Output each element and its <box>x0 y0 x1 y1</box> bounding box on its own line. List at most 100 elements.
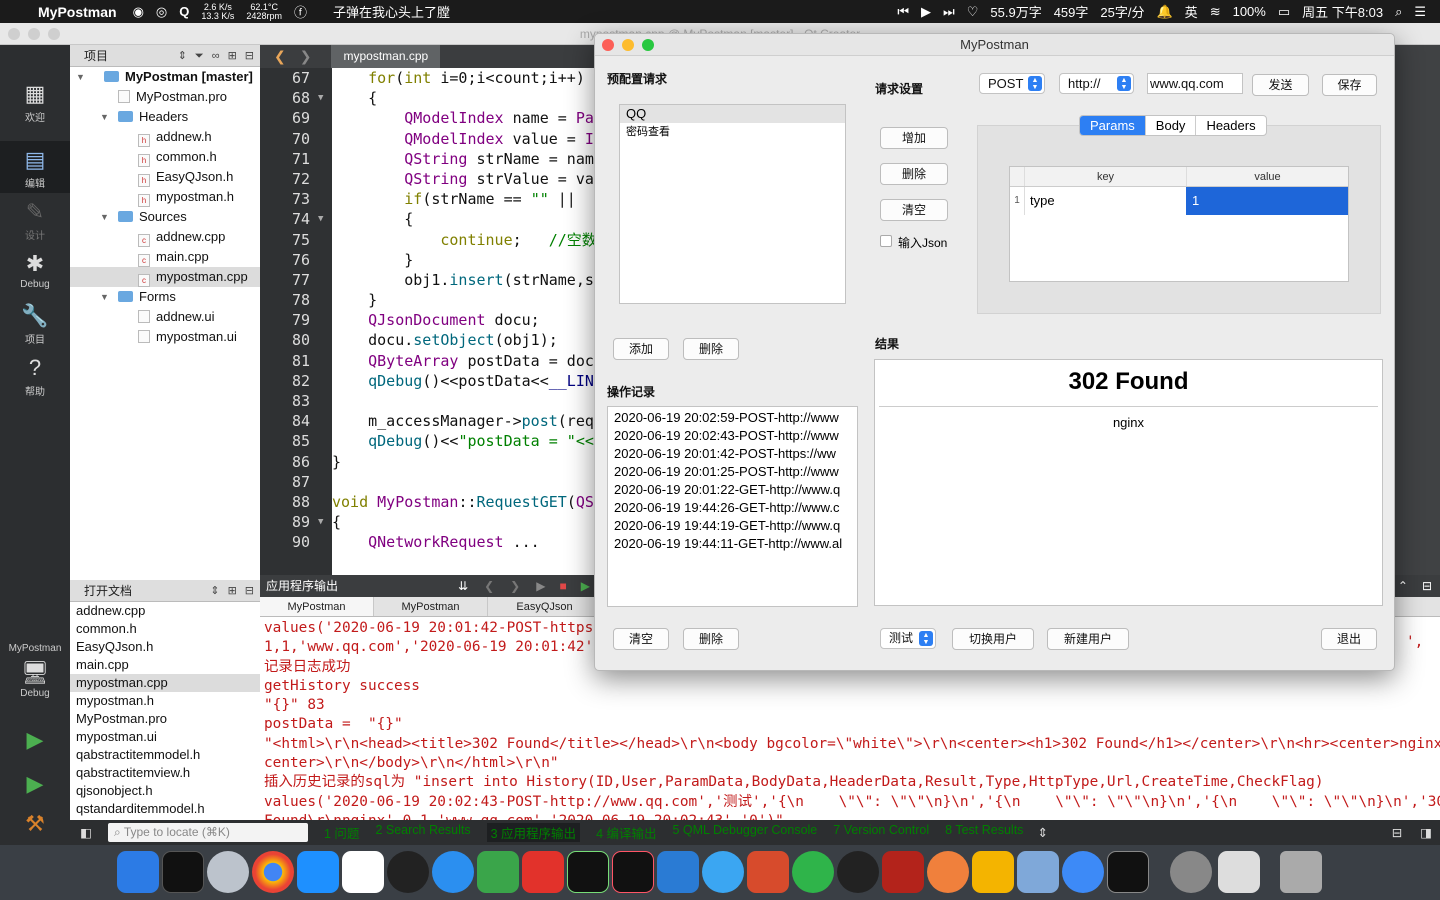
split-icon[interactable]: ⊞ <box>228 45 237 67</box>
code-area[interactable]: for(int i=0;i<count;i++) { QModelIndex n… <box>332 68 595 575</box>
prev-icon[interactable]: ❮ <box>484 575 494 597</box>
preset-list[interactable]: QQ 密码查看 <box>619 104 846 304</box>
attach-icon[interactable]: ⇊ <box>458 575 468 597</box>
wifi-icon[interactable]: ≋ <box>1210 4 1221 20</box>
forward-icon[interactable]: ❯ <box>300 48 312 65</box>
next-track-icon[interactable]: ⏭ <box>943 4 955 20</box>
status-icon[interactable]: ⓕ <box>294 2 307 21</box>
output-pane-tab[interactable]: 3 应用程序输出 <box>486 823 581 842</box>
tree-item[interactable]: ▼ Headers <box>70 107 260 127</box>
list-item[interactable]: 密码查看 <box>620 123 845 141</box>
tab-headers[interactable]: Headers <box>1195 116 1265 135</box>
link-icon[interactable]: ∞ <box>212 45 220 67</box>
qt-creator-icon[interactable] <box>477 851 519 893</box>
chrome-icon[interactable] <box>252 851 294 893</box>
netease-music-icon[interactable] <box>522 851 564 893</box>
filezilla-icon[interactable] <box>882 851 924 893</box>
app-icon[interactable] <box>342 851 384 893</box>
sidebar-toggle-icon[interactable]: ◧ <box>80 825 92 840</box>
switch-user-button[interactable]: 切换用户 <box>952 628 1034 650</box>
table-cell-key[interactable]: type <box>1024 187 1186 215</box>
open-doc-item[interactable]: qstandarditemmodel.h <box>70 800 260 818</box>
bell-icon[interactable]: 🔔 <box>1156 4 1172 20</box>
log-item[interactable]: 2020-06-19 20:01:42-POST-https://ww <box>608 445 857 463</box>
tree-item[interactable]: mypostman.ui <box>70 327 260 347</box>
tree-item[interactable]: h common.h <box>70 147 260 167</box>
method-select[interactable]: POST ▲ ▼ <box>979 73 1045 94</box>
tree-item[interactable]: ▼ MyPostman [master] <box>70 67 260 87</box>
tree-item[interactable]: c addnew.cpp <box>70 227 260 247</box>
tree-item[interactable]: MyPostman.pro <box>70 87 260 107</box>
system-preferences-icon[interactable] <box>1170 851 1212 893</box>
tree-item[interactable]: h addnew.h <box>70 127 260 147</box>
song-title[interactable]: 子弹在我心头上了膛 <box>333 2 450 21</box>
table-row[interactable]: 1 type 1 <box>1010 187 1348 215</box>
filter-icon[interactable]: ⏷ <box>195 45 204 67</box>
tab-body[interactable]: Body <box>1144 116 1196 135</box>
open-doc-item[interactable]: qabstractitemmodel.h <box>70 746 260 764</box>
close-output-icon[interactable]: ⊟ <box>1422 575 1432 597</box>
mode-edit[interactable]: ▤ 编辑 <box>0 141 70 193</box>
clear-rows-button[interactable]: 清空 <box>880 199 948 221</box>
expand-arrow-icon[interactable]: ▼ <box>100 207 109 227</box>
scheme-select[interactable]: http://▲ ▼ <box>1059 73 1134 94</box>
obs-icon[interactable] <box>837 851 879 893</box>
new-user-button[interactable]: 新建用户 <box>1047 628 1129 650</box>
run-icon[interactable]: ▶ <box>536 575 545 597</box>
open-doc-item[interactable]: MyPostman.pro <box>70 710 260 728</box>
terminal-icon[interactable] <box>162 851 204 893</box>
kit-selector[interactable]: MyPostman 🖥 Debug <box>0 641 70 711</box>
table-cell-value[interactable]: 1 <box>1186 187 1348 215</box>
zoom-icon[interactable] <box>48 28 60 40</box>
params-table[interactable]: key value 1 type 1 <box>1009 166 1349 282</box>
open-doc-item[interactable]: common.h <box>70 620 260 638</box>
prev-track-icon[interactable]: ⏮ <box>897 4 909 20</box>
split-icon[interactable]: ⊞ <box>228 580 237 602</box>
minimize-icon[interactable] <box>622 39 634 51</box>
log-item[interactable]: 2020-06-19 19:44:19-GET-http://www.q <box>608 517 857 535</box>
mode-help[interactable]: ? 帮助 <box>0 349 70 401</box>
preset-delete-button[interactable]: 删除 <box>683 338 739 360</box>
output-tab[interactable]: MyPostman <box>260 597 374 616</box>
user-select[interactable]: 测试 ▲ ▼ <box>880 628 936 649</box>
output-tab[interactable]: EasyQJson <box>488 597 602 616</box>
tree-item[interactable]: c mypostman.cpp <box>70 267 260 287</box>
editor-file-tab[interactable]: mypostman.cpp <box>331 45 441 68</box>
log-item[interactable]: 2020-06-19 19:44:26-GET-http://www.c <box>608 499 857 517</box>
output-pane-tab[interactable]: 7 Version Control <box>833 823 929 842</box>
status-icon[interactable]: ◎ <box>156 4 167 20</box>
safari-icon[interactable] <box>432 851 474 893</box>
app-store-icon[interactable] <box>297 851 339 893</box>
remove-row-button[interactable]: 删除 <box>880 163 948 185</box>
maximize-icon[interactable]: ⌃ <box>1398 575 1408 597</box>
tab-params[interactable]: Params <box>1080 116 1145 135</box>
expand-arrow-icon[interactable]: ▼ <box>100 107 109 127</box>
output-pane-tab[interactable]: 1 问题 <box>324 823 359 842</box>
tree-item[interactable]: ▼ Sources <box>70 207 260 227</box>
list-item[interactable]: QQ <box>620 105 845 123</box>
mode-welcome[interactable]: ▦ 欢迎 <box>0 75 70 127</box>
fold-arrow-icon[interactable]: ▼ <box>318 209 323 229</box>
battery-icon[interactable]: ▭ <box>1278 4 1290 20</box>
exit-button[interactable]: 退出 <box>1321 628 1377 650</box>
output-pane-tab[interactable]: 2 Search Results <box>375 823 470 842</box>
log-clear-button[interactable]: 清空 <box>613 628 669 650</box>
send-button[interactable]: 发送 <box>1252 74 1309 96</box>
intellij-icon[interactable] <box>612 851 654 893</box>
zoom-icon[interactable] <box>642 39 654 51</box>
table-header-value[interactable]: value <box>1186 167 1348 186</box>
wechat-icon[interactable] <box>792 851 834 893</box>
output-tab[interactable]: MyPostman <box>374 597 488 616</box>
log-item[interactable]: 2020-06-19 20:02:59-POST-http://www <box>608 409 857 427</box>
save-button[interactable]: 保存 <box>1322 74 1377 96</box>
log-item[interactable]: 2020-06-19 20:02:43-POST-http://www <box>608 427 857 445</box>
more-icon[interactable]: ⇕ <box>1037 825 1047 840</box>
app-menu[interactable]: MyPostman <box>38 4 117 20</box>
trash-icon[interactable] <box>1280 851 1322 893</box>
open-doc-item[interactable]: qabstractitemview.h <box>70 764 260 782</box>
fold-arrow-icon[interactable]: ▼ <box>318 512 323 532</box>
sort-icon[interactable]: ⇕ <box>210 580 219 602</box>
mode-debug[interactable]: ✱ Debug <box>0 245 70 297</box>
result-view[interactable]: 302 Found nginx <box>874 359 1383 606</box>
ime-indicator[interactable]: 英 <box>1185 2 1198 21</box>
